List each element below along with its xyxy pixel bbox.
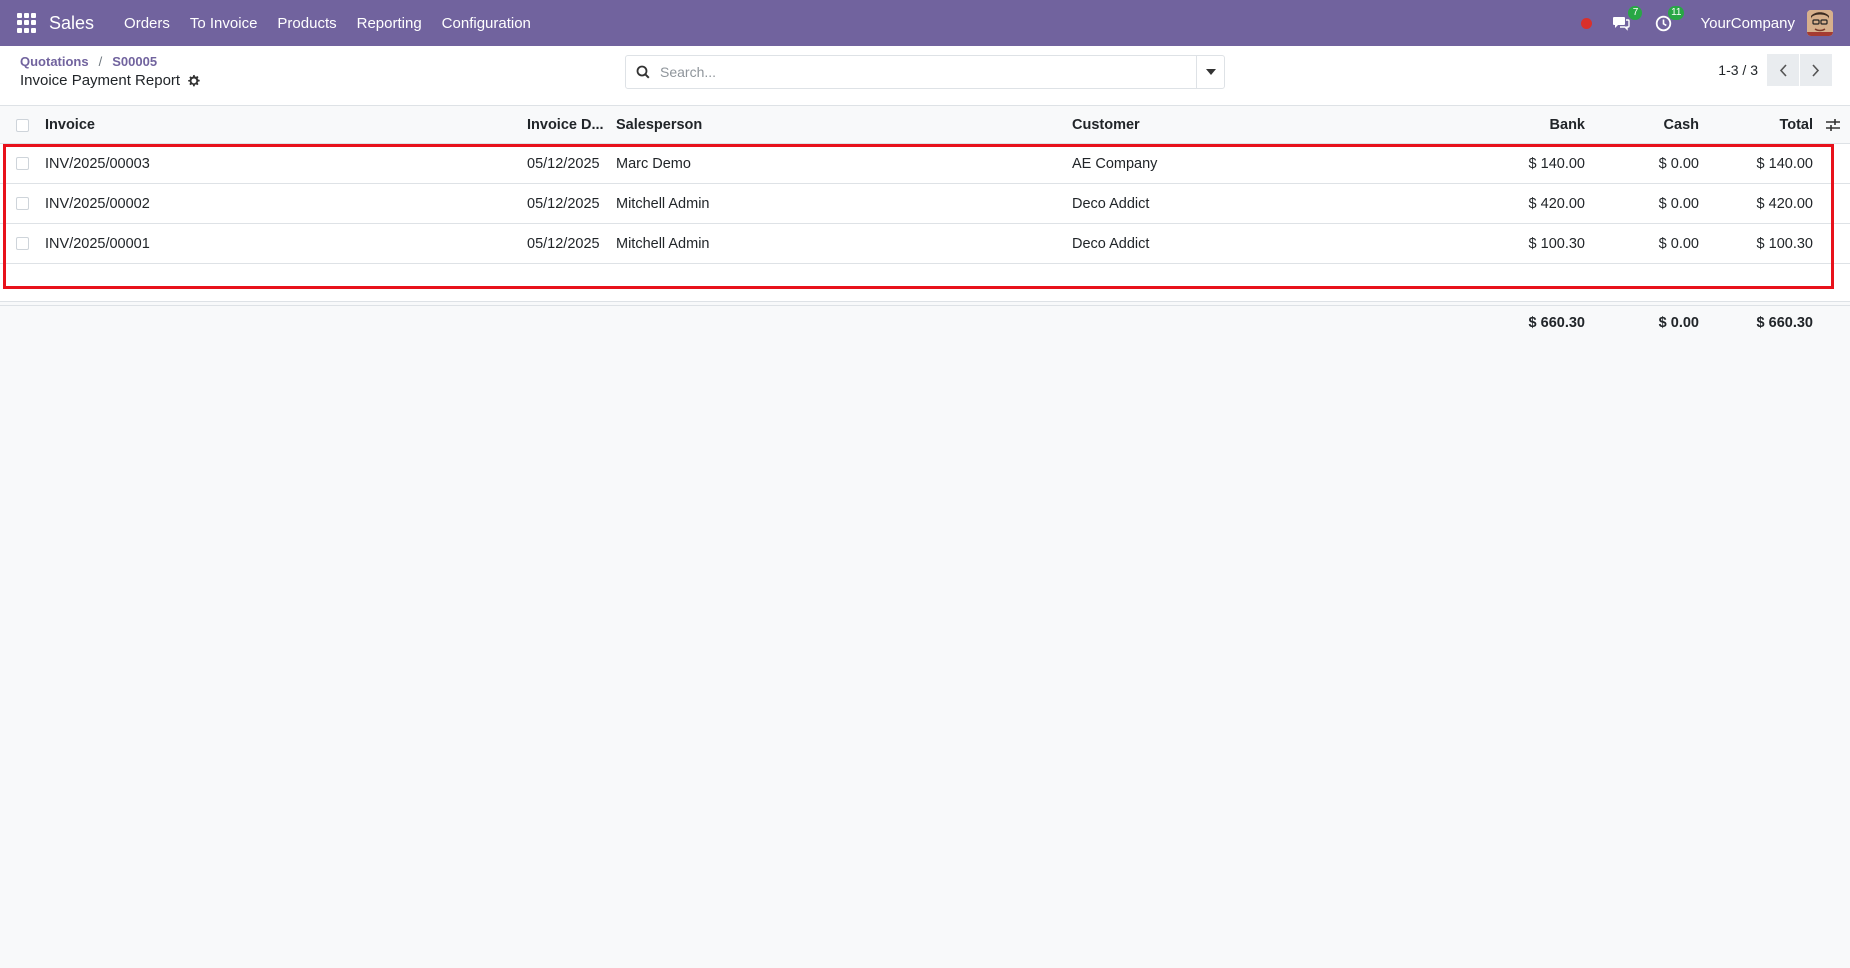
messages-count-badge: 7: [1628, 6, 1643, 20]
table-header: Invoice Invoice D... Salesperson Custome…: [0, 107, 1850, 144]
column-header-cash[interactable]: Cash: [1664, 117, 1699, 133]
menu-item-reporting[interactable]: Reporting: [347, 15, 432, 32]
chevron-left-icon: [1779, 63, 1787, 77]
pager-value[interactable]: 1-3 / 3: [1718, 62, 1758, 78]
cell-total: $ 100.30: [1756, 235, 1813, 252]
breadcrumb-separator: /: [98, 54, 103, 69]
cell-cash: $ 0.00: [1658, 235, 1699, 252]
search-bar: [625, 55, 1225, 89]
row-checkbox[interactable]: [16, 197, 29, 210]
select-all-checkbox[interactable]: [16, 118, 29, 132]
page-title: Invoice Payment Report: [20, 72, 181, 89]
user-avatar[interactable]: [1807, 10, 1833, 36]
cell-customer: Deco Addict: [1072, 235, 1150, 252]
menu-item-configuration[interactable]: Configuration: [432, 15, 541, 32]
pager-next-button[interactable]: [1800, 54, 1832, 86]
activities-count-badge: 11: [1668, 6, 1685, 20]
cell-cash: $ 0.00: [1658, 155, 1699, 172]
breadcrumb-order[interactable]: S00005: [112, 54, 157, 69]
caret-down-icon: [1205, 69, 1216, 75]
cell-salesperson: Mitchell Admin: [616, 195, 710, 212]
breadcrumb: Quotations / S00005: [20, 54, 157, 69]
menu-item-products[interactable]: Products: [267, 15, 346, 32]
breadcrumb-quotations[interactable]: Quotations: [20, 54, 89, 69]
cell-bank: $ 140.00: [1528, 155, 1585, 172]
company-switcher[interactable]: YourCompany: [1700, 15, 1795, 32]
apps-menu-icon[interactable]: [17, 13, 37, 33]
column-header-salesperson[interactable]: Salesperson: [616, 117, 702, 133]
cell-invoice-date: 05/12/2025: [527, 195, 600, 212]
cell-bank: $ 100.30: [1528, 235, 1585, 252]
cell-invoice: INV/2025/00003: [45, 155, 150, 172]
cell-invoice: INV/2025/00001: [45, 235, 150, 252]
optional-columns-icon[interactable]: [1826, 119, 1840, 131]
column-header-invoice[interactable]: Invoice: [45, 117, 95, 133]
pager: 1-3 / 3: [1718, 54, 1832, 86]
total-total: $ 660.30: [1756, 315, 1813, 331]
app-name[interactable]: Sales: [49, 13, 94, 34]
cell-salesperson: Mitchell Admin: [616, 235, 710, 252]
column-header-invoice-date[interactable]: Invoice D...: [527, 117, 604, 133]
table-row[interactable]: INV/2025/00003 05/12/2025 Marc Demo AE C…: [0, 144, 1850, 184]
column-header-customer[interactable]: Customer: [1072, 117, 1140, 133]
cell-customer: Deco Addict: [1072, 195, 1150, 212]
total-cash: $ 0.00: [1658, 315, 1699, 331]
search-icon: [636, 65, 650, 79]
gear-icon[interactable]: [187, 74, 200, 87]
cell-salesperson: Marc Demo: [616, 155, 691, 172]
column-header-bank[interactable]: Bank: [1550, 117, 1585, 133]
menu-item-to-invoice[interactable]: To Invoice: [180, 15, 268, 32]
row-checkbox[interactable]: [16, 237, 29, 250]
cell-total: $ 140.00: [1756, 155, 1813, 172]
top-navbar: Sales Orders To Invoice Products Reporti…: [0, 0, 1850, 46]
cell-cash: $ 0.00: [1658, 195, 1699, 212]
messages-icon[interactable]: 7: [1610, 6, 1643, 34]
empty-row: [0, 264, 1850, 302]
navbar-systray: 7 11 YourCompany: [1581, 0, 1850, 46]
table-row[interactable]: INV/2025/00001 05/12/2025 Mitchell Admin…: [0, 224, 1850, 264]
control-panel: Quotations / S00005 Invoice Payment Repo…: [0, 46, 1850, 106]
chevron-right-icon: [1812, 63, 1820, 77]
search-options-toggle[interactable]: [1196, 56, 1224, 88]
cell-invoice-date: 05/12/2025: [527, 235, 600, 252]
cell-customer: AE Company: [1072, 155, 1158, 172]
total-bank: $ 660.30: [1528, 315, 1585, 331]
pager-previous-button[interactable]: [1767, 54, 1799, 86]
recording-indicator-icon[interactable]: [1581, 17, 1593, 29]
cell-total: $ 420.00: [1756, 195, 1813, 212]
activities-clock-icon[interactable]: 11: [1652, 6, 1685, 34]
table-footer-totals: $ 660.30 $ 0.00 $ 660.30: [0, 305, 1850, 343]
cell-invoice-date: 05/12/2025: [527, 155, 600, 172]
page-title-container: Invoice Payment Report: [20, 72, 200, 89]
table-row[interactable]: INV/2025/00002 05/12/2025 Mitchell Admin…: [0, 184, 1850, 224]
menu-item-orders[interactable]: Orders: [114, 15, 180, 32]
column-header-total[interactable]: Total: [1779, 117, 1813, 133]
row-checkbox[interactable]: [16, 157, 29, 170]
cell-invoice: INV/2025/00002: [45, 195, 150, 212]
cell-bank: $ 420.00: [1528, 195, 1585, 212]
search-input[interactable]: [660, 56, 1196, 88]
